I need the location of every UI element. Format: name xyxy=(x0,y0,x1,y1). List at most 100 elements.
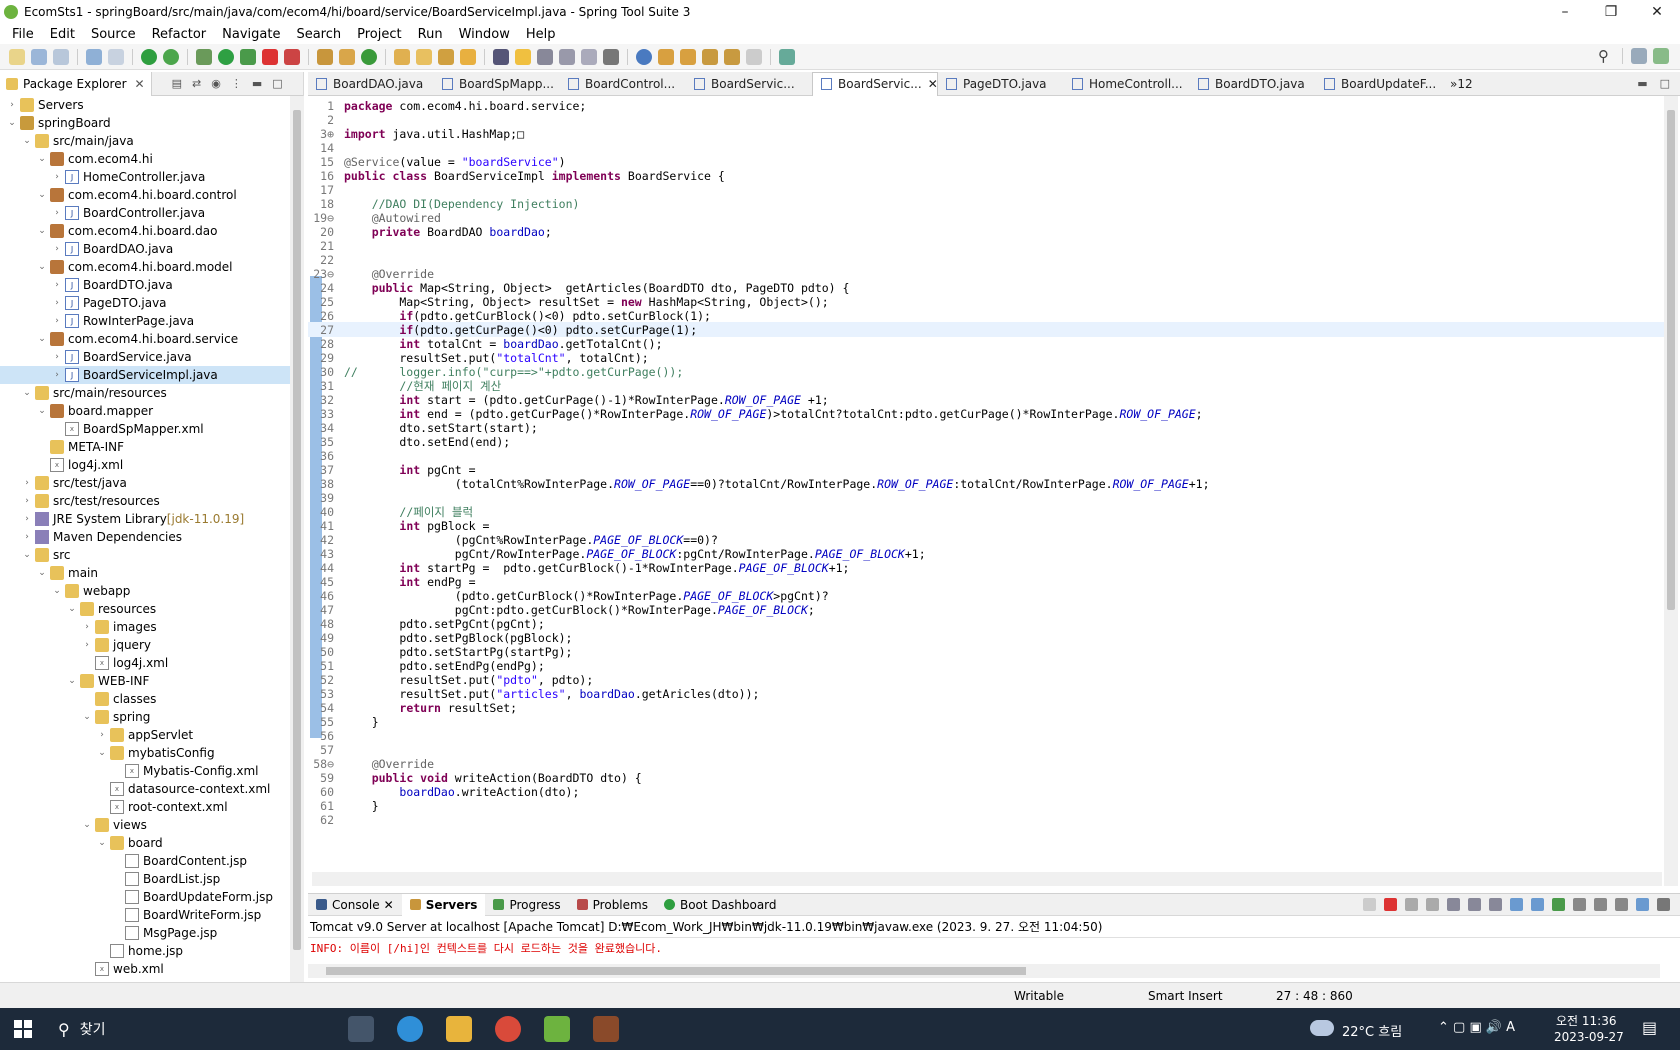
expand-arrow-icon[interactable]: › xyxy=(51,298,63,308)
view-menu-icon[interactable]: ⋮ xyxy=(231,77,242,90)
tree-item[interactable]: › src/test/resources xyxy=(0,492,290,510)
edge-icon[interactable] xyxy=(397,1016,423,1042)
file-explorer-icon[interactable] xyxy=(446,1016,472,1042)
collapse-arrow-icon[interactable]: ⌄ xyxy=(36,190,48,200)
code-line[interactable]: 56 xyxy=(308,728,1664,743)
expand-arrow-icon[interactable]: › xyxy=(81,622,93,632)
next-annotation-icon[interactable] xyxy=(658,48,674,65)
code-line[interactable]: 33 int end = (pdto.getCurPage()*RowInter… xyxy=(308,406,1664,421)
search-icon[interactable]: ⚲ xyxy=(1598,48,1614,64)
tree-item[interactable]: MsgPage.jsp xyxy=(0,924,290,942)
run-server-icon[interactable] xyxy=(240,48,256,65)
console-toolbar-icon[interactable] xyxy=(1468,898,1481,911)
tree-item[interactable]: ⌄ board.mapper xyxy=(0,402,290,420)
new-class-icon[interactable] xyxy=(339,48,355,65)
code-line[interactable]: 45 int endPg = xyxy=(308,574,1664,589)
back-icon[interactable] xyxy=(724,48,740,65)
open-console-icon[interactable] xyxy=(86,48,102,65)
tree-item[interactable]: ⌄ springBoard xyxy=(0,114,290,132)
console-toolbar-icon[interactable] xyxy=(1636,898,1649,911)
code-line[interactable]: 19⊖ @Autowired xyxy=(308,210,1664,225)
debug-icon[interactable] xyxy=(196,48,212,65)
tree-item[interactable]: x BoardSpMapper.xml xyxy=(0,420,290,438)
relaunch-icon[interactable] xyxy=(163,48,179,65)
code-line[interactable]: 37 int pgCnt = xyxy=(308,462,1664,477)
run-icon[interactable] xyxy=(218,48,234,65)
tree-item[interactable]: classes xyxy=(0,690,290,708)
tree-item[interactable]: ⌄ src/main/resources xyxy=(0,384,290,402)
tree-item[interactable]: BoardContent.jsp xyxy=(0,852,290,870)
menu-run[interactable]: Run xyxy=(418,27,443,42)
console-toolbar-icon[interactable] xyxy=(1615,898,1628,911)
code-line[interactable]: 42 (pgCnt%RowInterPage.PAGE_OF_BLOCK==0)… xyxy=(308,532,1664,547)
chrome-icon[interactable] xyxy=(495,1016,521,1042)
collapse-arrow-icon[interactable]: ⌄ xyxy=(36,334,48,344)
code-line[interactable]: 26 if(pdto.getCurBlock()<0) pdto.setCurB… xyxy=(308,308,1664,323)
collapse-arrow-icon[interactable]: ⌄ xyxy=(51,586,63,596)
code-line[interactable]: 46 (pdto.getCurBlock()*RowInterPage.PAGE… xyxy=(308,588,1664,603)
collapse-arrow-icon[interactable]: ⌄ xyxy=(21,136,33,146)
console-toolbar-icon[interactable] xyxy=(1489,898,1502,911)
tree-item[interactable]: x Mybatis-Config.xml xyxy=(0,762,290,780)
editor-tab[interactable]: BoardServic... xyxy=(686,72,812,96)
menu-file[interactable]: File xyxy=(12,27,34,42)
link-editor-icon[interactable]: ⇄ xyxy=(192,77,201,90)
code-line[interactable]: 32 int start = (pdto.getCurPage()-1)*Row… xyxy=(308,392,1664,407)
bottom-tab-servers[interactable]: Servers xyxy=(401,893,486,916)
spring-boot-icon[interactable] xyxy=(141,48,157,65)
editor-vertical-scrollbar[interactable] xyxy=(1664,96,1678,886)
expand-arrow-icon[interactable]: › xyxy=(51,352,63,362)
tree-item[interactable]: x datasource-context.xml xyxy=(0,780,290,798)
code-line[interactable]: 54 return resultSet; xyxy=(308,700,1664,715)
toggle-mark-icon[interactable] xyxy=(493,48,509,65)
code-line[interactable]: 40 //페이지 블럭 xyxy=(308,504,1664,519)
editor-tab[interactable]: HomeControll... xyxy=(1064,72,1190,96)
code-line[interactable]: 41 int pgBlock = xyxy=(308,518,1664,533)
bottom-tab-problems[interactable]: Problems xyxy=(569,894,656,916)
tree-item[interactable]: x web.xml xyxy=(0,960,290,978)
code-line[interactable]: 35 dto.setEnd(end); xyxy=(308,434,1664,449)
package-explorer-tab[interactable]: Package Explorer ✕ xyxy=(0,71,152,96)
tree-item[interactable]: META-INF xyxy=(0,438,290,456)
expand-arrow-icon[interactable]: › xyxy=(51,208,63,218)
tree-item[interactable]: › J BoardService.java xyxy=(0,348,290,366)
forward-icon[interactable] xyxy=(746,48,762,65)
collapse-arrow-icon[interactable]: ⌄ xyxy=(36,406,48,416)
code-line[interactable]: 14 xyxy=(308,140,1664,155)
editor-tab[interactable]: BoardServic... ✕ xyxy=(812,71,938,96)
tree-item[interactable]: › Servers xyxy=(0,96,290,114)
collapse-arrow-icon[interactable]: ⌄ xyxy=(21,388,33,398)
code-line[interactable]: 27 if(pdto.getCurPage()<0) pdto.setCurPa… xyxy=(308,322,1664,337)
tree-item[interactable]: › appServlet xyxy=(0,726,290,744)
code-area[interactable]: 1 package com.ecom4.hi.board.service; 2 3⊕ i… xyxy=(308,96,1664,870)
tree-item[interactable]: ⌄ com.ecom4.hi.board.control xyxy=(0,186,290,204)
editor-tab[interactable]: BoardControl... xyxy=(560,72,686,96)
console-toolbar-icon[interactable] xyxy=(1384,898,1397,911)
filters-icon[interactable]: ◉ xyxy=(211,77,221,90)
expand-arrow-icon[interactable]: › xyxy=(6,100,18,110)
sts-taskbar-icon[interactable] xyxy=(544,1016,570,1042)
editor-tab[interactable]: BoardSpMapp... xyxy=(434,72,560,96)
collapse-all-icon[interactable]: ▤ xyxy=(172,77,182,90)
code-line[interactable]: 60 boardDao.writeAction(dto); xyxy=(308,784,1664,799)
console-toolbar-icon[interactable] xyxy=(1552,898,1565,911)
code-line[interactable]: 22 xyxy=(308,252,1664,267)
collapse-arrow-icon[interactable]: ⌄ xyxy=(36,226,48,236)
tree-item[interactable]: x root-context.xml xyxy=(0,798,290,816)
new-spring-icon[interactable] xyxy=(361,48,377,65)
code-line[interactable]: 58⊖ @Override xyxy=(308,756,1664,771)
tree-item[interactable]: x log4j.xml xyxy=(0,654,290,672)
expand-arrow-icon[interactable]: › xyxy=(21,478,33,488)
tree-item[interactable]: ⌄ src xyxy=(0,546,290,564)
stop-icon[interactable] xyxy=(262,48,278,65)
collapse-arrow-icon[interactable]: ⌄ xyxy=(36,568,48,578)
spring-perspective-icon[interactable] xyxy=(1653,48,1669,64)
editor-tab[interactable]: BoardUpdateF... xyxy=(1316,72,1442,96)
code-line[interactable]: 53 resultSet.put("articles", boardDao.ge… xyxy=(308,686,1664,701)
console-toolbar-icon[interactable] xyxy=(1594,898,1607,911)
tree-item[interactable]: › Maven Dependencies xyxy=(0,528,290,546)
tree-item[interactable]: ⌄ webapp xyxy=(0,582,290,600)
code-line[interactable]: 29 resultSet.put("totalCnt", totalCnt); xyxy=(308,350,1664,365)
code-line[interactable]: 28 int totalCnt = boardDao.getTotalCnt()… xyxy=(308,336,1664,351)
expand-arrow-icon[interactable]: › xyxy=(51,370,63,380)
